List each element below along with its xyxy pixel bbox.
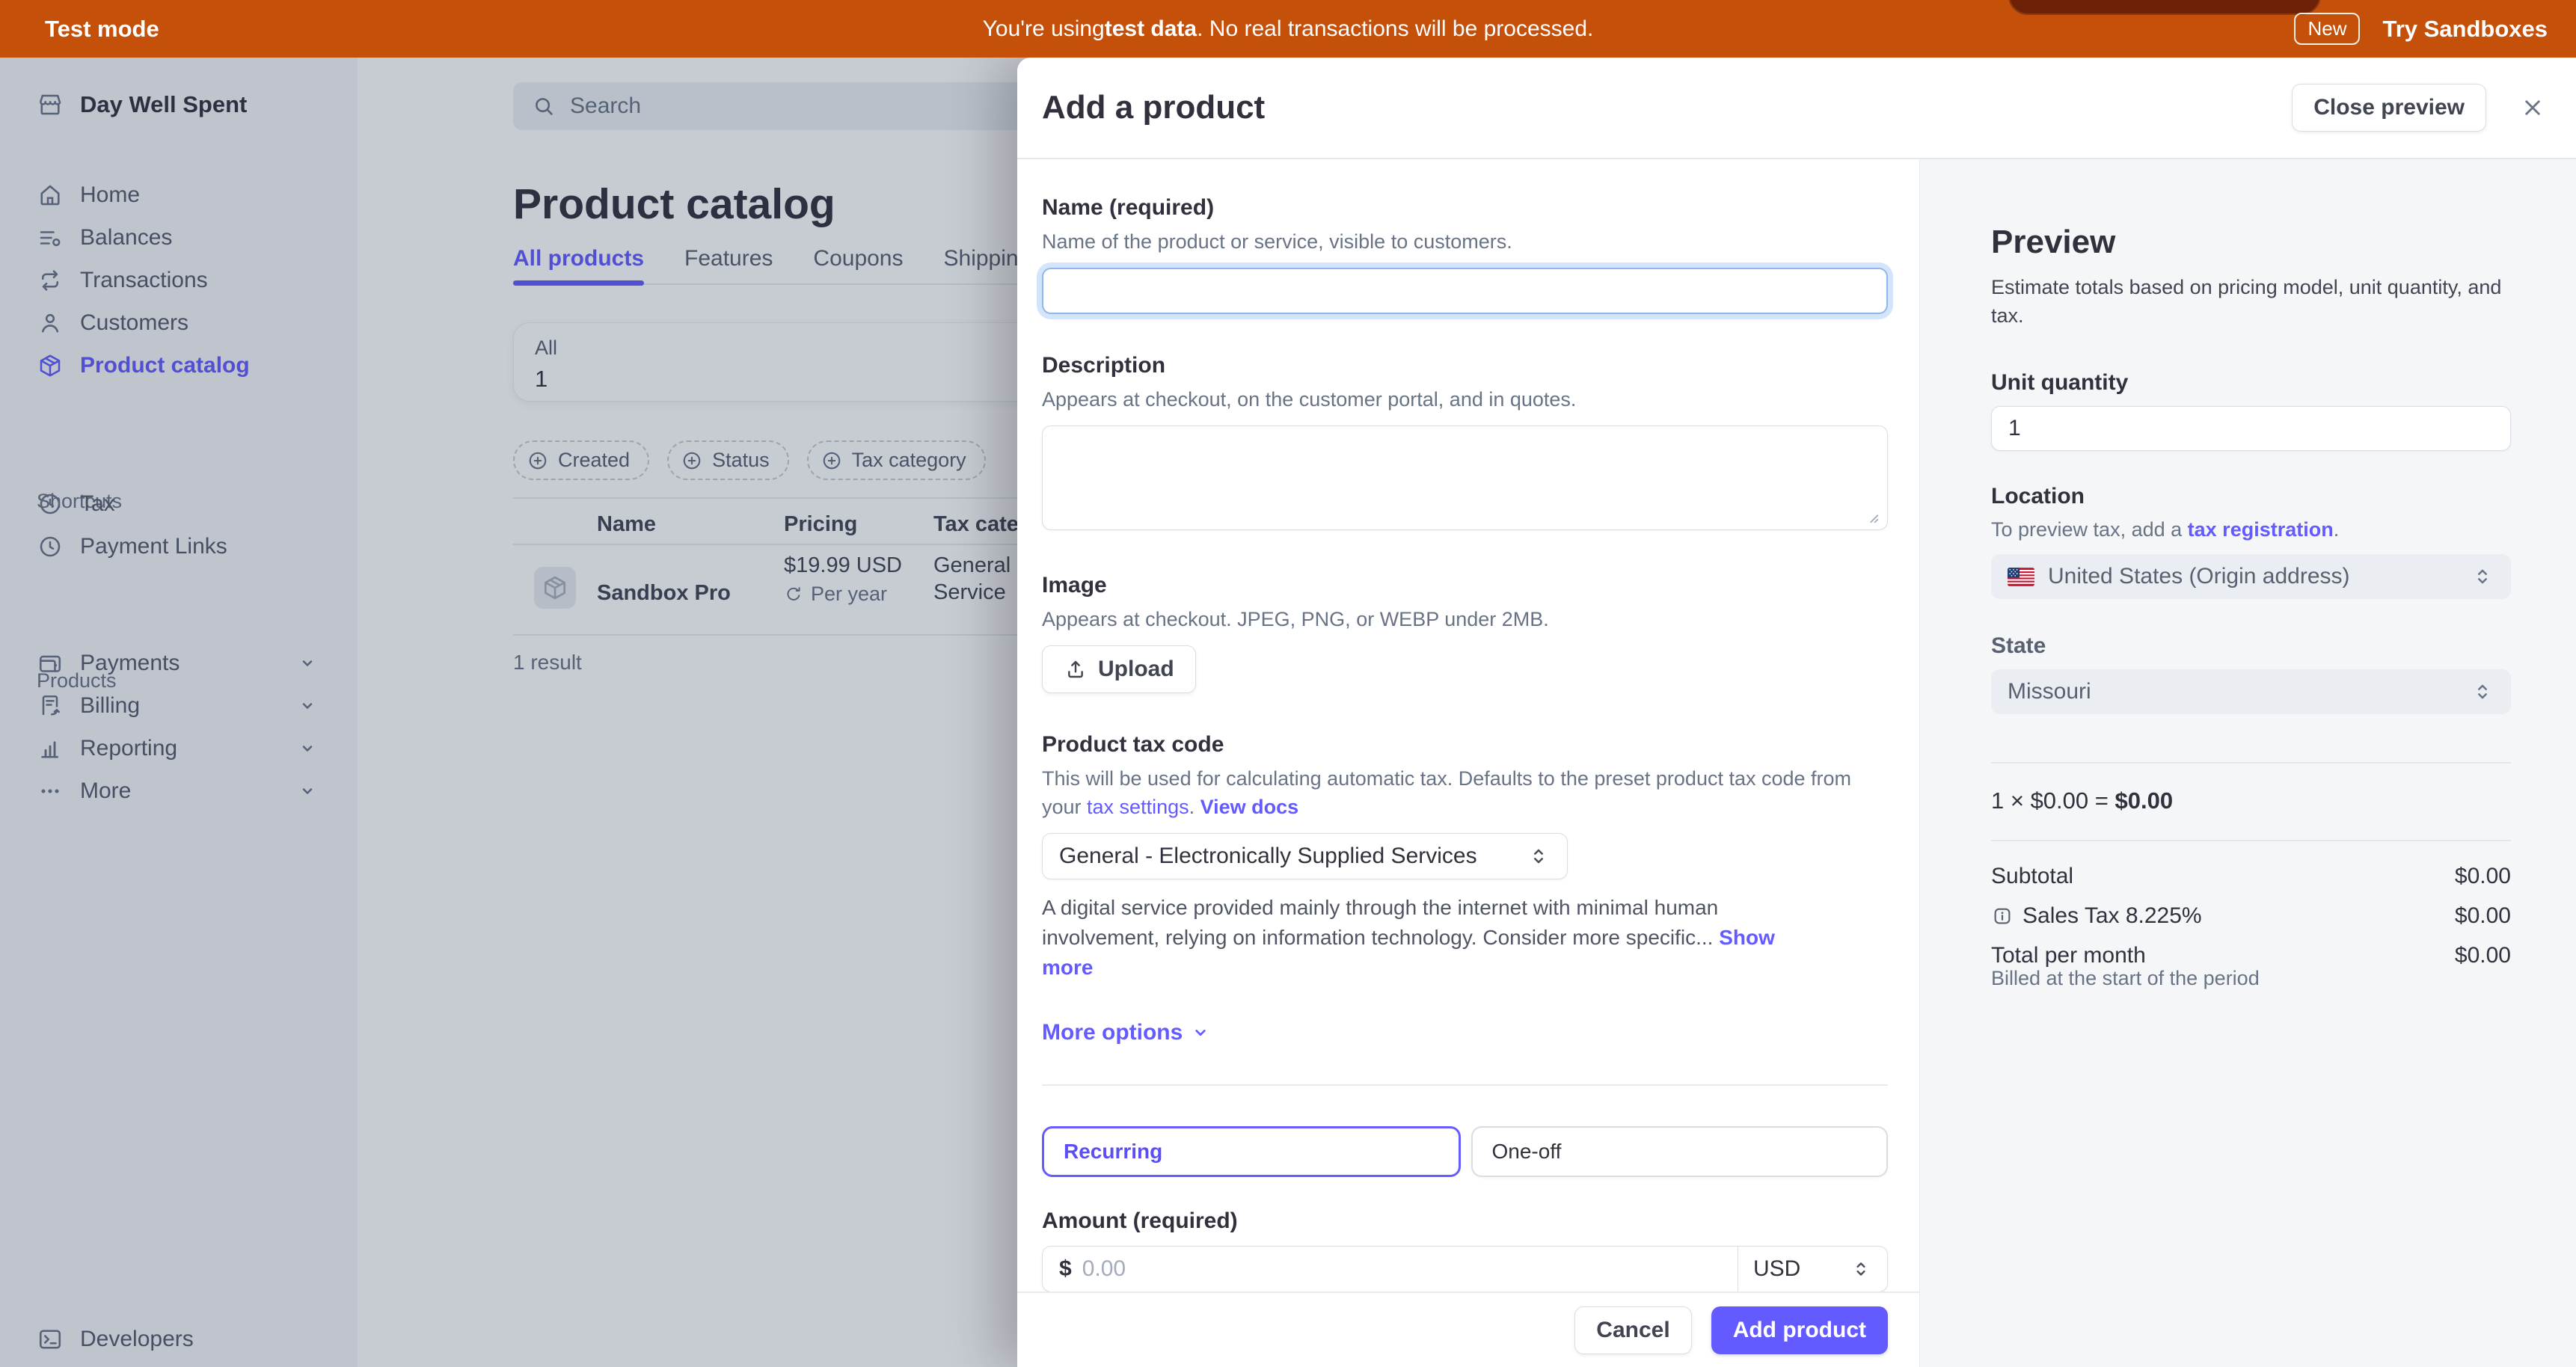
add-product-button[interactable]: Add product [1711, 1306, 1888, 1354]
preview-panel: Preview Estimate totals based on pricing… [1919, 159, 2576, 1367]
state-label: State [1991, 633, 2511, 659]
cancel-button[interactable]: Cancel [1574, 1306, 1691, 1354]
modal-title: Add a product [1042, 89, 2292, 126]
pricing-type-toggle: Recurring One-off [1042, 1126, 1888, 1177]
try-sandboxes-button[interactable]: Try Sandboxes [2382, 16, 2548, 43]
name-section: Name (required) Name of the product or s… [1042, 195, 1888, 314]
tax-settings-link[interactable]: tax settings [1087, 796, 1189, 818]
recurring-option[interactable]: Recurring [1042, 1126, 1461, 1177]
location-help-suffix: . [2334, 518, 2340, 541]
image-label: Image [1042, 573, 1888, 598]
stripe-dashboard: Test mode You're using test data. No rea… [0, 0, 2576, 1367]
tax-code-label: Product tax code [1042, 732, 1888, 758]
tax-help-dot: . [1189, 796, 1200, 818]
currency-value: USD [1753, 1256, 1850, 1282]
amount-input[interactable] [1082, 1256, 1721, 1282]
select-updown-icon [1850, 1258, 1872, 1280]
modal-footer: Cancel Add product [1017, 1291, 1919, 1367]
tax-code-select[interactable]: General - Electronically Supplied Servic… [1042, 833, 1568, 879]
name-input[interactable] [1042, 268, 1888, 314]
description-input[interactable] [1042, 426, 1888, 530]
name-help: Name of the product or service, visible … [1042, 227, 1888, 256]
one-off-option[interactable]: One-off [1471, 1126, 1889, 1177]
state-value: Missouri [2008, 679, 2457, 704]
product-form: Name (required) Name of the product or s… [1017, 159, 1919, 1367]
new-badge: New [2294, 13, 2360, 45]
unit-quantity-value: 1 [2008, 416, 2021, 441]
tax-code-description: A digital service provided mainly throug… [1042, 893, 1805, 983]
billing-note: Billed at the start of the period [1991, 967, 2511, 990]
select-updown-icon [2471, 565, 2494, 589]
currency-symbol: $ [1059, 1256, 1072, 1282]
sales-tax-value: $0.00 [2455, 903, 2511, 929]
total-label: Total per month [1991, 943, 2146, 968]
line-item-equation: 1 × $0.00 = $0.00 [1991, 787, 2511, 814]
equation-prefix: 1 × $0.00 = [1991, 787, 2115, 814]
form-divider [1042, 1084, 1888, 1086]
description-section: Description Appears at checkout, on the … [1042, 353, 1888, 534]
message-prefix: You're using [983, 16, 1105, 42]
country-value: United States (Origin address) [2048, 564, 2457, 589]
preview-title: Preview [1991, 224, 2511, 261]
more-options-label: More options [1042, 1020, 1183, 1045]
location-help-text: To preview tax, add a [1991, 518, 2188, 541]
sales-tax-label: Sales Tax 8.225% [2023, 903, 2202, 929]
select-updown-icon [1527, 844, 1551, 868]
description-label: Description [1042, 353, 1888, 378]
total-value: $0.00 [2455, 943, 2511, 968]
view-docs-link[interactable]: View docs [1200, 796, 1299, 818]
subtotal-value: $0.00 [2455, 864, 2511, 889]
message-bold: test data [1105, 16, 1197, 42]
subtotal-row: Subtotal $0.00 [1991, 864, 2511, 889]
close-icon [2519, 94, 2546, 121]
upload-icon [1064, 657, 1088, 681]
upload-button[interactable]: Upload [1042, 645, 1196, 693]
amount-section: Amount (required) $ USD [1042, 1208, 1888, 1292]
equation-total: $0.00 [2115, 787, 2173, 814]
preview-divider [1991, 840, 2511, 841]
upload-label: Upload [1098, 657, 1174, 682]
more-options-toggle[interactable]: More options [1042, 1020, 1888, 1045]
tax-description-text: A digital service provided mainly throug… [1042, 896, 1719, 949]
sales-tax-row: Sales Tax 8.225% $0.00 [1991, 903, 2511, 929]
preview-divider [1991, 762, 2511, 764]
image-help: Appears at checkout. JPEG, PNG, or WEBP … [1042, 605, 1888, 633]
select-updown-icon [2471, 680, 2494, 704]
test-mode-message: You're using test data. No real transact… [0, 0, 2576, 58]
modal-header: Add a product Close preview [1017, 58, 2576, 159]
tax-code-section: Product tax code This will be used for c… [1042, 732, 1888, 983]
country-select: United States (Origin address) [1991, 554, 2511, 599]
state-select: Missouri [1991, 669, 2511, 714]
message-suffix: . No real transactions will be processed… [1197, 16, 1593, 42]
us-flag-icon [2008, 568, 2034, 586]
description-help: Appears at checkout, on the customer por… [1042, 385, 1888, 414]
info-icon[interactable] [1991, 905, 2014, 927]
currency-select[interactable]: USD [1738, 1247, 1887, 1291]
unit-quantity-input[interactable]: 1 [1991, 406, 2511, 451]
chevron-down-icon [1189, 1021, 1212, 1045]
total-row: Total per month $0.00 [1991, 943, 2511, 968]
amount-label: Amount (required) [1042, 1208, 1888, 1234]
tax-code-help: This will be used for calculating automa… [1042, 764, 1888, 821]
close-preview-button[interactable]: Close preview [2292, 84, 2486, 132]
resize-grip-icon[interactable] [1864, 509, 1880, 525]
tax-registration-link[interactable]: tax registration [2188, 518, 2334, 541]
close-modal-button[interactable] [2519, 94, 2546, 121]
location-label: Location [1991, 484, 2511, 509]
test-mode-banner: Test mode You're using test data. No rea… [0, 0, 2576, 58]
preview-subtitle: Estimate totals based on pricing model, … [1991, 273, 2511, 330]
amount-input-group: $ USD [1042, 1246, 1888, 1292]
name-label: Name (required) [1042, 195, 1888, 221]
subtotal-label: Subtotal [1991, 864, 2073, 889]
unit-quantity-label: Unit quantity [1991, 370, 2511, 396]
image-section: Image Appears at checkout. JPEG, PNG, or… [1042, 573, 1888, 693]
tax-code-value: General - Electronically Supplied Servic… [1059, 844, 1527, 869]
location-help: To preview tax, add a tax registration. [1991, 515, 2511, 544]
add-product-modal: Add a product Close preview Name (requir… [1017, 58, 2576, 1367]
